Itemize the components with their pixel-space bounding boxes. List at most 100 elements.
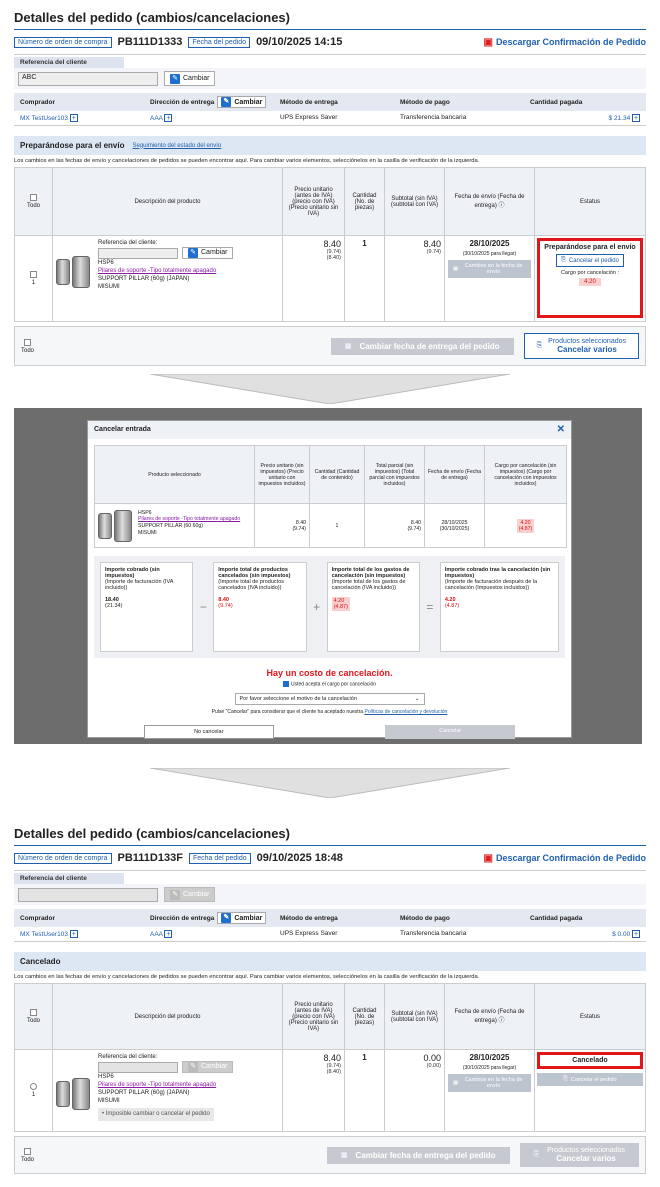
box3-value-tax: (4.87) [333, 604, 348, 610]
modal-header-date: Fecha de envío (Fecha de entrega) [424, 445, 485, 504]
order-info-values: MX TestUser103 + AAA + UPS Express Saver… [14, 111, 646, 126]
download-confirmation-link[interactable]: ▣ Descargar Confirmación de Pedido [484, 853, 647, 864]
order-date: 09/10/2025 14:15 [256, 36, 343, 48]
modal-header-product: Producto seleccionado [94, 445, 255, 504]
edit-icon: ✎ [170, 889, 180, 900]
col-shipping-method: Método de entrega [280, 98, 338, 106]
header-quantity: Cantidad (No. de piezas) [344, 983, 385, 1050]
confirm-cancel-button[interactable]: Cancelar [385, 725, 516, 740]
status-highlight: Preparándose para el envío ⎘ Cancelar el … [537, 238, 643, 318]
cancel-icon: ⎘ [563, 1076, 568, 1082]
select-all-checkbox[interactable] [24, 338, 31, 346]
cancel-order-label: Cancelar el pedido [570, 1076, 617, 1083]
buyer-link[interactable]: MX TestUser103 [20, 115, 68, 122]
edit-icon: ✎ [188, 1062, 198, 1073]
box1-sub: (Importe de facturación (IVA incluido)) [105, 579, 174, 591]
instructions-note: Los cambios en las fechas de envío y can… [14, 158, 480, 164]
address-link[interactable]: AAA [150, 115, 163, 122]
calendar-icon: ▦ [344, 343, 352, 350]
help-icon[interactable]: ⓘ [499, 1018, 505, 1024]
select-all-checkbox[interactable] [30, 1009, 37, 1016]
help-icon[interactable]: ⓘ [499, 203, 505, 209]
accept-fee-row[interactable]: Usted acepta el cargo por cancelación [88, 681, 571, 687]
box1-value-tax: (21.34) [105, 603, 123, 609]
select-all-bottom[interactable]: Todo [21, 1147, 35, 1163]
ref-label: Referencia del cliente: [98, 240, 158, 246]
box2-value-tax: (9.74) [218, 603, 233, 609]
calendar-icon: ▦ [453, 1080, 459, 1086]
modal-header-total: Total parcial (sin impuestos) (Total par… [364, 445, 425, 504]
select-all-header[interactable]: Todo [14, 167, 53, 236]
subtotal: 0.00 [423, 1053, 441, 1063]
change-address-button[interactable]: ✎ Cambiar [217, 96, 267, 108]
modal-header-fee: Cargo por cancelación (sin impuestos) (C… [484, 445, 567, 504]
cancel-reason-value: Por favor seleccione el motivo de la can… [239, 696, 357, 703]
customer-reference-row: ABC ✎ Cambiar [14, 68, 646, 89]
change-reference-button[interactable]: ✎ Cambiar [164, 71, 216, 86]
table-row: HSP6 Pilares de soporte -Tipo totalmente … [94, 503, 567, 548]
change-delivery-date-button: ▦ Cambiar fecha de entrega del pedido [326, 1146, 510, 1164]
cancel-order-button[interactable]: ⎘ Cancelar el pedido [556, 254, 624, 267]
cancel-fee-label: Cargo por cancelación : [560, 270, 620, 276]
product-maker: MISUMI [98, 284, 120, 291]
select-all-checkbox[interactable] [24, 1147, 31, 1155]
no-cancel-button[interactable]: No cancelar [143, 725, 274, 740]
down-arrow-icon [150, 768, 510, 798]
cancel-multiple-button[interactable]: ⎘ Productos seleccionados Cancelar varios [523, 333, 639, 359]
expand-icon[interactable]: + [69, 930, 78, 938]
expand-icon[interactable]: + [632, 114, 640, 122]
modal-qty: 1 [309, 503, 365, 548]
change-reference-button: ✎ Cambiar [164, 887, 216, 902]
cancel-reason-select[interactable]: Por favor seleccione el motivo de la can… [234, 693, 425, 706]
select-all-label: Todo [26, 1018, 40, 1024]
ref-label: Referencia del cliente: [98, 1054, 158, 1060]
select-all-bottom[interactable]: Todo [21, 338, 34, 354]
order-number-tag: Número de orden de compra [14, 852, 112, 864]
download-confirmation-link[interactable]: ▣ Descargar Confirmación de Pedido [484, 37, 647, 48]
modal-product-link[interactable]: Pilares de soporte -Tipo totalmente apag… [138, 516, 240, 523]
change-ship-date-button[interactable]: ▦ Cambios en la fecha de envío [448, 260, 531, 278]
item-reference-input[interactable] [98, 247, 178, 259]
expand-icon[interactable]: + [164, 114, 173, 122]
change-ship-date-label: Cambios en la fecha de envío [464, 263, 523, 275]
expand-icon[interactable]: + [69, 114, 78, 122]
address-link[interactable]: AAA [150, 931, 163, 938]
charged-amount-box: Importe cobrado (sin impuestos) (Importe … [100, 562, 194, 652]
customer-reference-input[interactable]: ABC [18, 71, 158, 86]
select-all-label: Todo [21, 1156, 35, 1163]
modal-fee-tax: (4.87) [518, 525, 533, 532]
change-delivery-date-button[interactable]: ▦ Cambiar fecha de entrega del pedido [330, 337, 514, 355]
order-line: Número de orden de compra PB111D133F Fec… [14, 846, 646, 871]
header-description: Descripción del producto [52, 983, 283, 1050]
customer-reference-input [18, 887, 158, 902]
product-image [56, 253, 90, 291]
chevron-down-icon: ⌄ [414, 696, 420, 703]
minus-operator: − [199, 600, 207, 614]
payment-method-value: Transferencia bancaria [400, 114, 467, 121]
change-address-button[interactable]: ✎ Cambiar [217, 912, 267, 924]
modal-total-tax: (9.74) [407, 525, 421, 532]
shipping-tracking-link[interactable]: Seguimiento del estado del envío [133, 143, 222, 149]
expand-icon[interactable]: + [632, 930, 640, 938]
change-address-label: Cambiar [234, 98, 263, 106]
expand-icon[interactable]: + [164, 930, 173, 938]
policy-note: Pulse "Cancelar" para considerar que el … [88, 709, 571, 715]
item-change-button[interactable]: ✎ Cambiar [182, 247, 234, 260]
status-title: Preparándose para el envío [20, 141, 125, 150]
product-name-link[interactable]: Pilares de soporte -Tipo totalmente apag… [98, 267, 233, 275]
change-delivery-date-label: Cambiar fecha de entrega del pedido [355, 1150, 496, 1160]
header-status: Estatus [534, 983, 646, 1050]
close-icon[interactable]: ✕ [557, 425, 565, 435]
accept-fee-checkbox[interactable] [282, 681, 289, 687]
policy-link[interactable]: Políticas de cancelación y devolución [364, 709, 447, 715]
product-name-link[interactable]: Pilares de soporte -Tipo totalmente apag… [98, 1081, 233, 1089]
edit-icon: ✎ [188, 248, 198, 259]
buyer-link[interactable]: MX TestUser103 [20, 931, 68, 938]
select-all-checkbox[interactable] [30, 194, 37, 201]
header-description: Descripción del producto [52, 167, 283, 236]
box4-value-tax: (4.87) [444, 603, 460, 609]
final-amount-box: Importe cobrado tras la cancelación (sin… [439, 562, 559, 652]
row-checkbox[interactable] [30, 271, 37, 278]
select-all-header[interactable]: Todo [14, 983, 53, 1050]
ship-date: 28/10/2025 [469, 239, 510, 248]
